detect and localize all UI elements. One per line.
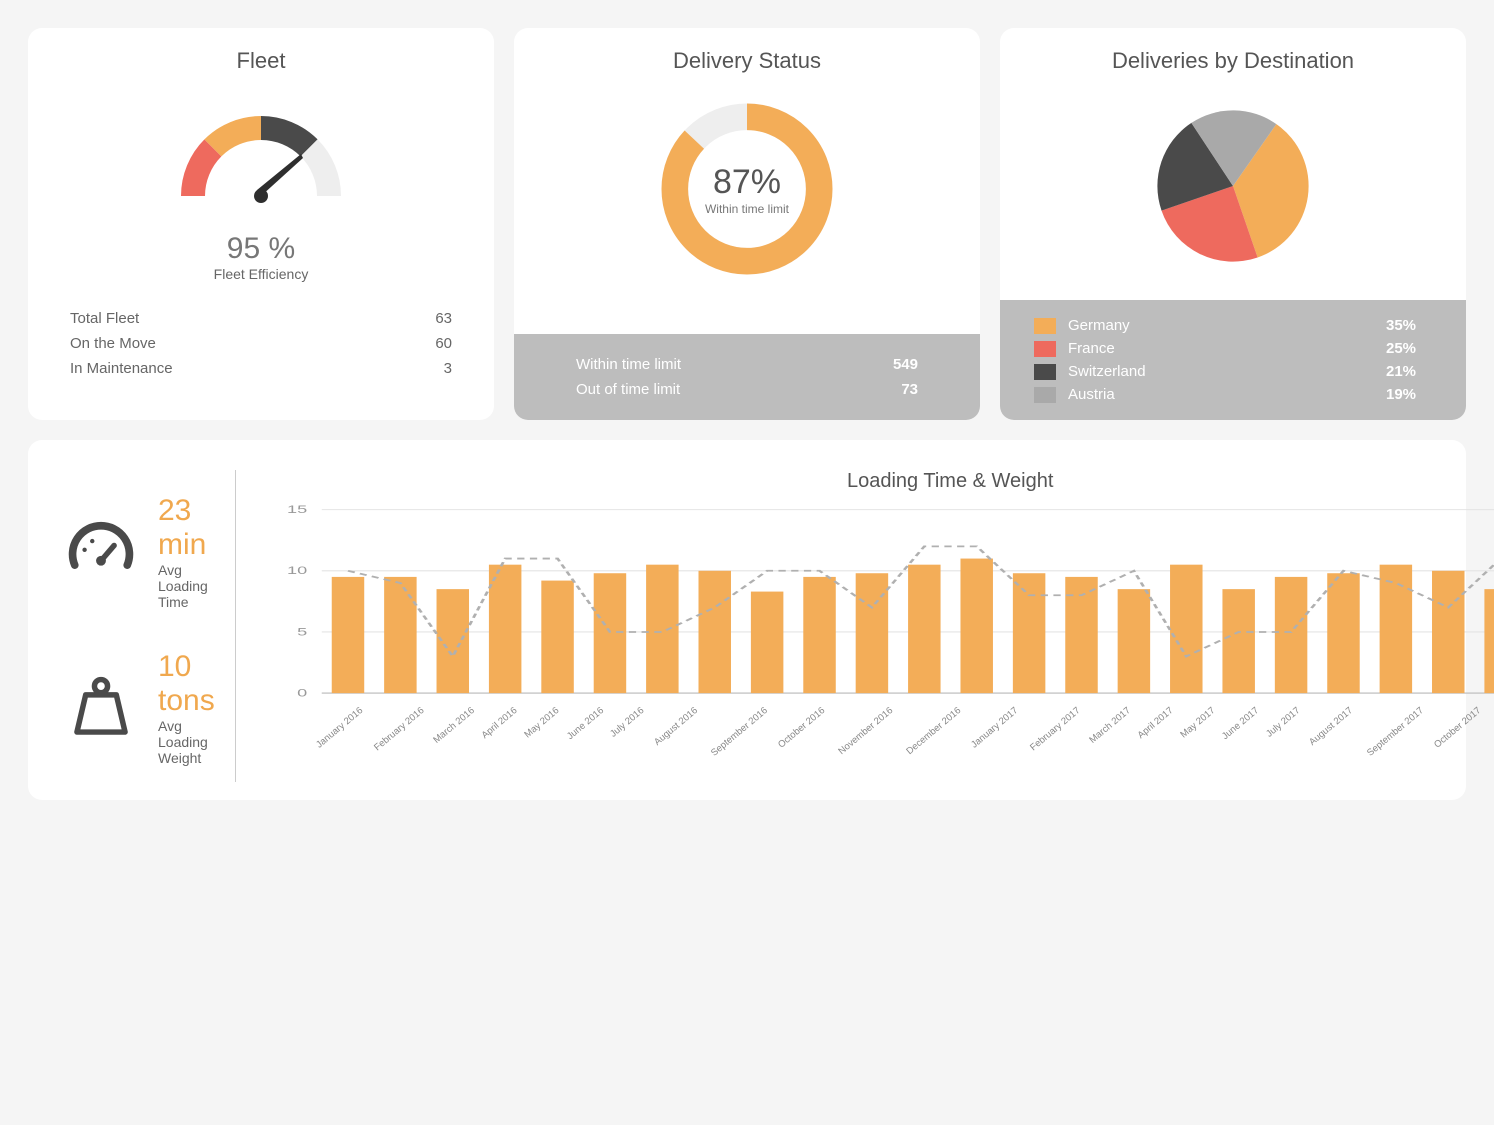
loading-stats: 23 min Avg Loading Time 10 tons Avg Load… bbox=[58, 470, 236, 782]
destinations-title: Deliveries by Destination bbox=[1000, 28, 1466, 88]
avg-loading-weight-value: 10 tons bbox=[158, 650, 215, 718]
legend-row: Switzerland21% bbox=[1034, 360, 1432, 383]
legend-swatch bbox=[1034, 318, 1056, 334]
fleet-stat-row: On the Move 60 bbox=[70, 331, 452, 356]
delivery-footer: Within time limit 549 Out of time limit … bbox=[514, 334, 980, 420]
fleet-gauge bbox=[161, 96, 361, 236]
fleet-stats: Total Fleet 63 On the Move 60 In Mainten… bbox=[28, 282, 494, 407]
delivery-card: Delivery Status 87% Within time limit Wi… bbox=[514, 28, 980, 420]
svg-text:0: 0 bbox=[297, 687, 307, 699]
svg-text:10: 10 bbox=[287, 565, 307, 577]
svg-text:15: 15 bbox=[287, 503, 307, 515]
fleet-card: Fleet 95 % bbox=[28, 28, 494, 420]
destinations-card: Deliveries by Destination Germany35%Fran… bbox=[1000, 28, 1466, 420]
fleet-stat-row: Total Fleet 63 bbox=[70, 306, 452, 331]
fleet-stat-row: In Maintenance 3 bbox=[70, 356, 452, 381]
avg-loading-time-value: 23 min bbox=[158, 494, 215, 562]
legend-row: Germany35% bbox=[1034, 314, 1432, 337]
weight-icon bbox=[66, 673, 136, 743]
top-grid: Fleet 95 % bbox=[28, 28, 1466, 420]
legend-swatch bbox=[1034, 341, 1056, 357]
combo-chart-title: Loading Time & Weight bbox=[260, 470, 1494, 493]
delivery-donut: 87% Within time limit bbox=[652, 94, 842, 284]
destinations-legend: Germany35%France25%Switzerland21%Austria… bbox=[1000, 300, 1466, 420]
avg-loading-weight-label: Avg Loading Weight bbox=[158, 718, 215, 766]
fleet-title: Fleet bbox=[28, 28, 494, 88]
loading-card: 23 min Avg Loading Time 10 tons Avg Load… bbox=[28, 440, 1466, 800]
svg-text:5: 5 bbox=[297, 626, 307, 638]
avg-loading-time-label: Avg Loading Time bbox=[158, 562, 215, 610]
fleet-efficiency-label: Fleet Efficiency bbox=[214, 266, 309, 282]
delivery-title: Delivery Status bbox=[514, 28, 980, 88]
legend-swatch bbox=[1034, 364, 1056, 380]
legend-swatch bbox=[1034, 387, 1056, 403]
speedometer-icon bbox=[66, 517, 136, 587]
combo-chart-xlabels: January 2016February 2016March 2016April… bbox=[260, 709, 1494, 720]
destinations-pie bbox=[1143, 96, 1323, 276]
fleet-efficiency-value: 95 % bbox=[214, 232, 309, 266]
loading-combo-chart: 05101515202530 bbox=[260, 503, 1494, 713]
delivery-pct: 87% bbox=[713, 163, 781, 202]
delivery-pct-label: Within time limit bbox=[705, 202, 789, 216]
legend-row: Austria19% bbox=[1034, 383, 1432, 406]
legend-row: France25% bbox=[1034, 337, 1432, 360]
